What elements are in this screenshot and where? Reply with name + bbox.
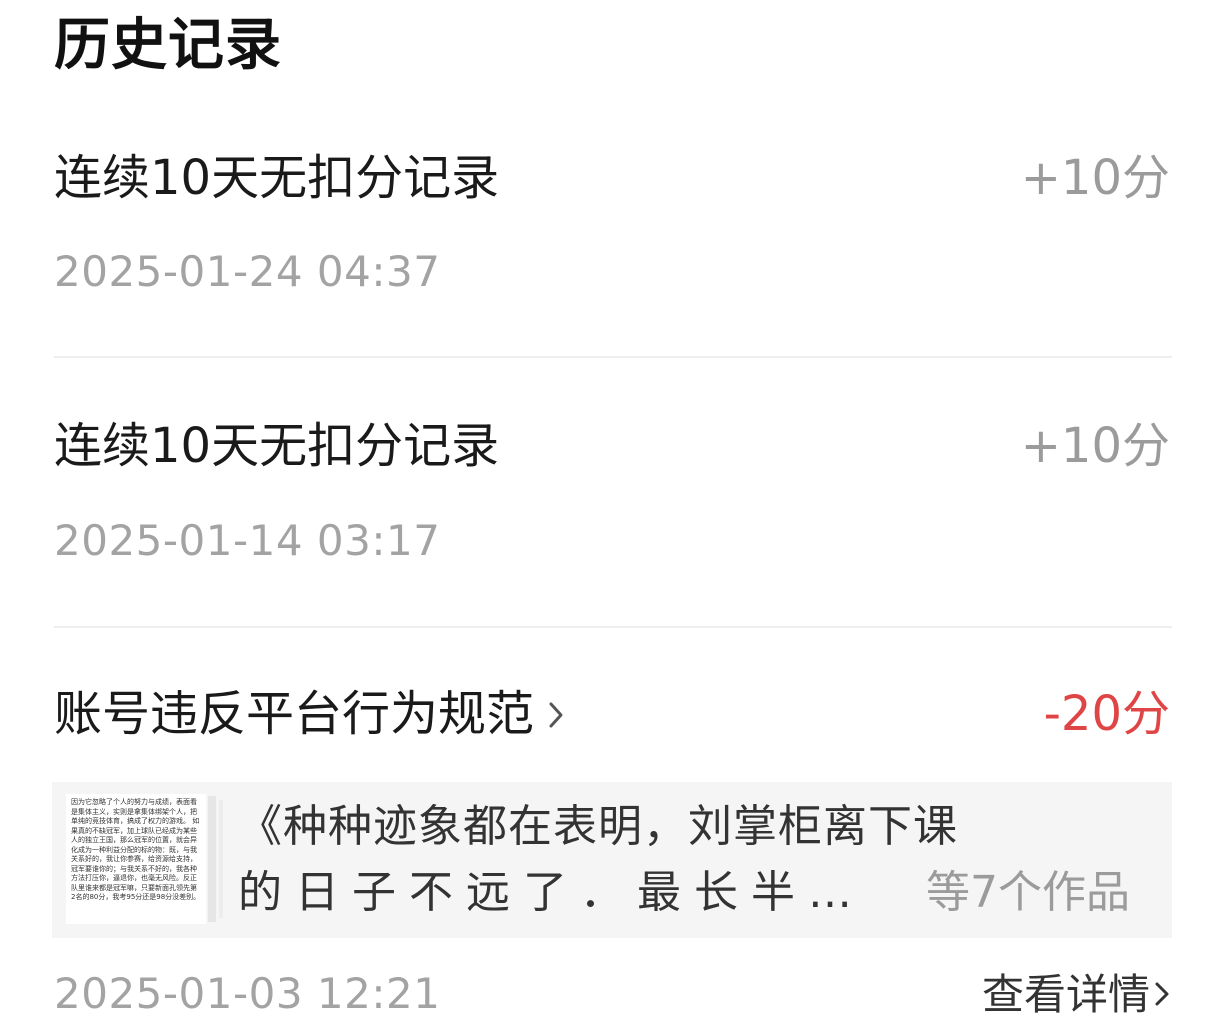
view-details-label: 查看详情	[981, 970, 1150, 1019]
record-time: 2025-01-14 03:17	[54, 516, 441, 565]
record-points: +10分	[1020, 418, 1170, 474]
works-card[interactable]: 因为它忽略了个人的努力与成绩，表面看是集体主义，实则是拿集体绑架个人，把单纯的竞…	[52, 782, 1172, 938]
work-title-fragment: 的日子不远了．最长半	[238, 867, 808, 918]
page-title: 历史记录	[54, 13, 282, 78]
violation-title-link[interactable]: 账号违反平台行为规范	[54, 682, 564, 746]
work-thumbnail: 因为它忽略了个人的努力与成绩，表面看是集体主义，实则是拿集体绑架个人，把单纯的竞…	[66, 794, 206, 924]
history-page: 历史记录 连续10天无扣分记录 +10分 2025-01-24 04:37 连续…	[0, 0, 1224, 1025]
record-time: 2025-01-24 04:37	[54, 247, 441, 296]
thumbnail-stack-edge	[219, 800, 223, 918]
thumbnail-text: 因为它忽略了个人的努力与成绩，表面看是集体主义，实则是拿集体绑架个人，把单纯的竞…	[71, 798, 201, 901]
chevron-right-icon	[1154, 966, 1170, 1024]
ellipsis: …	[808, 867, 852, 918]
view-details-link[interactable]: 查看详情	[982, 966, 1170, 1024]
thumbnail-stack-edge	[208, 796, 216, 922]
divider	[54, 356, 1172, 358]
record-points: -20分	[1043, 686, 1170, 742]
record-time: 2025-01-03 12:21	[54, 969, 441, 1018]
divider	[54, 626, 1172, 628]
record-title: 连续10天无扣分记录	[54, 418, 500, 474]
works-count: 等7个作品	[918, 860, 1130, 926]
record-title: 连续10天无扣分记录	[54, 150, 500, 206]
work-title-line: 《种种迹象都在表明，刘掌柜离下课	[238, 801, 958, 852]
record-points: +10分	[1020, 150, 1170, 206]
chevron-right-icon	[548, 682, 564, 746]
record-title: 账号违反平台行为规范	[54, 686, 535, 742]
